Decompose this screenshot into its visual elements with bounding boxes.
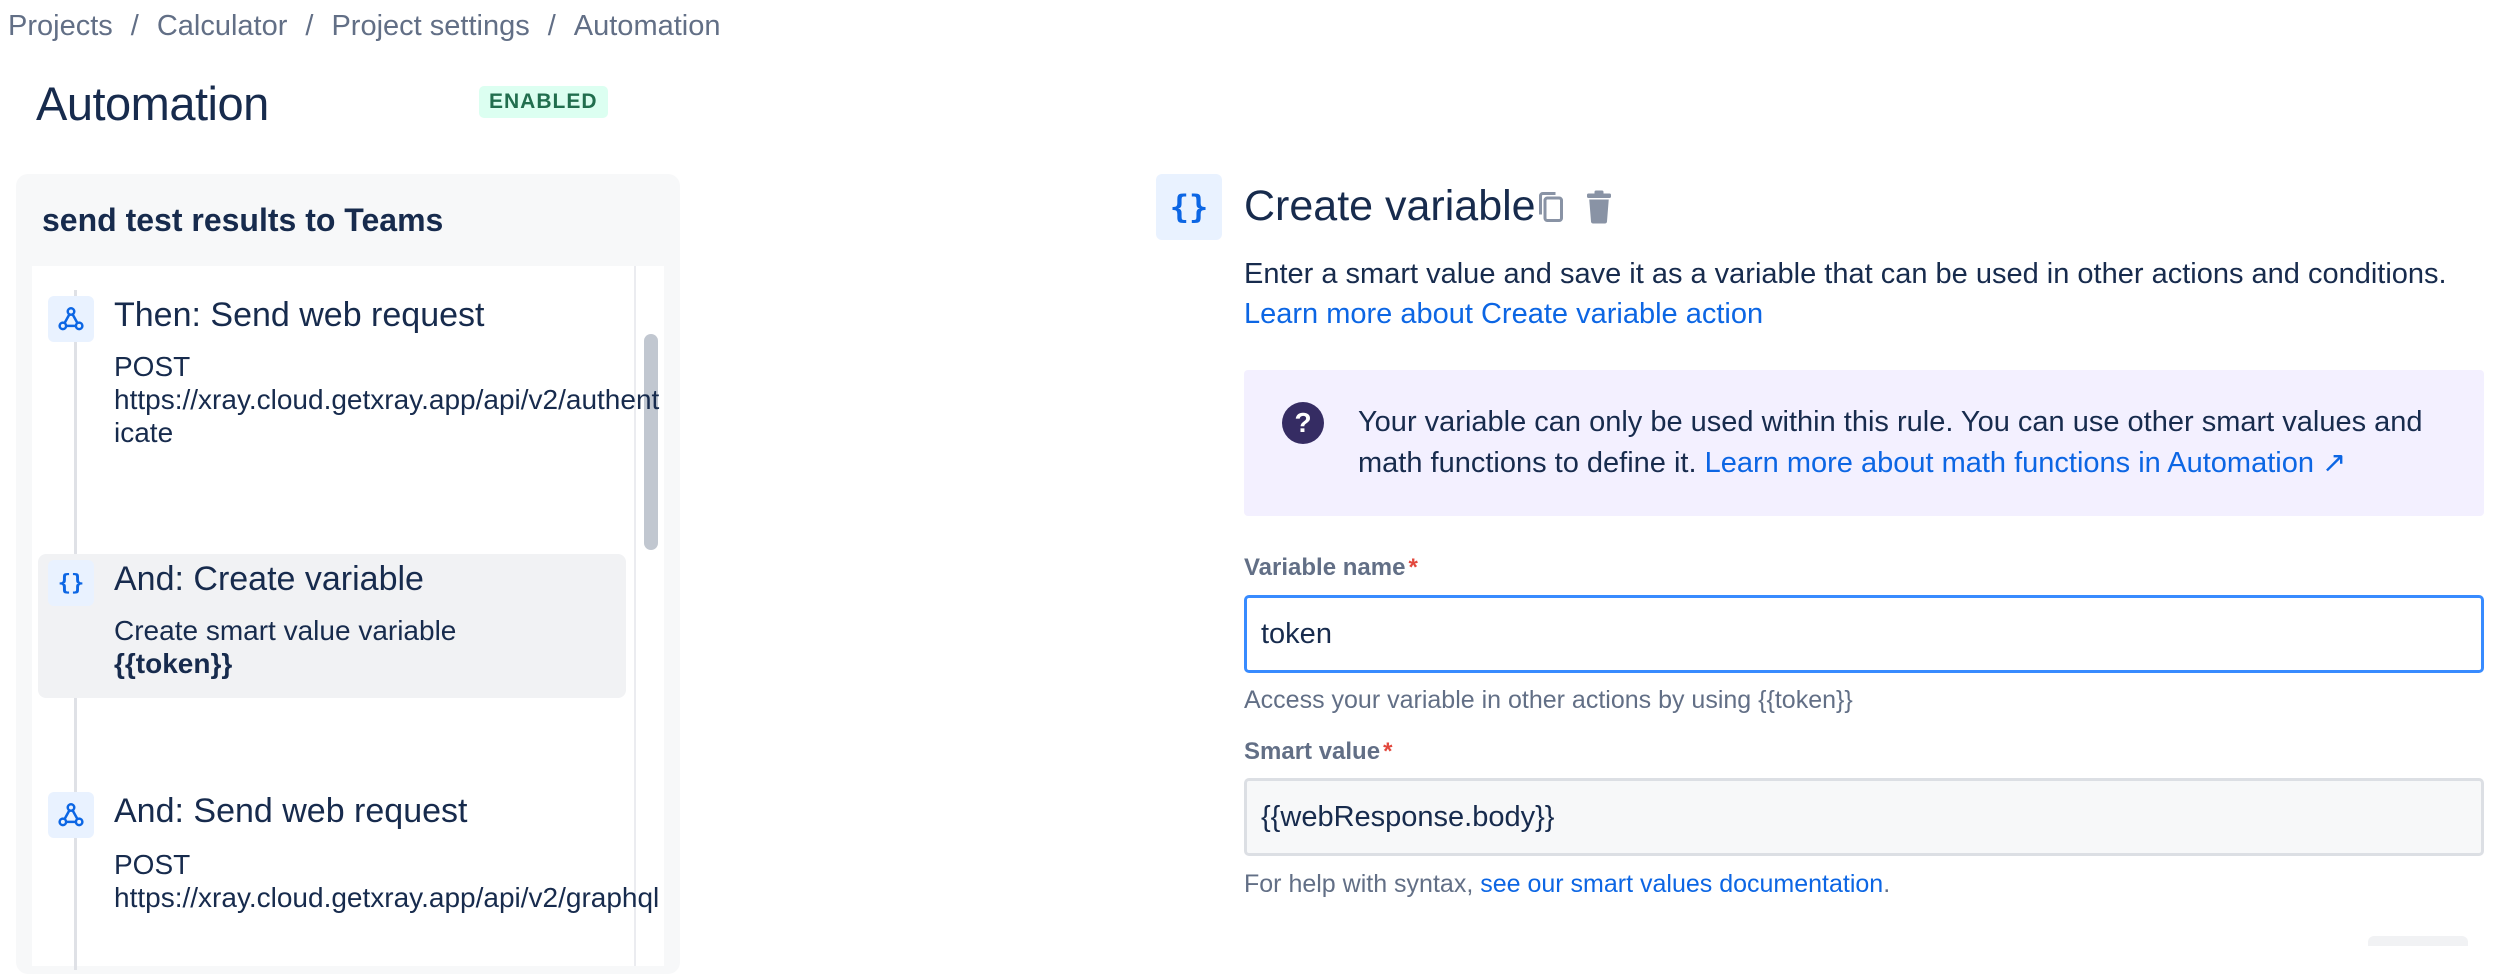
smart-value-label: Smart value * <box>1244 738 1392 766</box>
breadcrumb-separator: / <box>547 10 556 42</box>
step-title[interactable]: And: Create variable <box>114 560 424 599</box>
learn-more-create-variable-link[interactable]: Learn more about Create variable action <box>1244 298 1763 331</box>
trash-icon[interactable] <box>1580 186 1618 228</box>
step-send-web-request-2[interactable] <box>48 792 94 838</box>
step-description: POST https://xray.cloud.getxray.app/api/… <box>114 848 664 914</box>
step-url: https://xray.cloud.getxray.app/api/v2/gr… <box>114 882 660 913</box>
step-variable-token: {{token}} <box>114 648 233 679</box>
breadcrumb-separator: / <box>130 10 139 42</box>
info-text: Your variable can only be used within th… <box>1358 402 2458 484</box>
status-badge: ENABLED <box>479 86 608 118</box>
step-url: https://xray.cloud.getxray.app/api/v2/au… <box>114 384 660 448</box>
step-method: POST <box>114 351 191 382</box>
webhook-icon <box>48 792 94 838</box>
breadcrumb-projects[interactable]: Projects <box>8 10 113 43</box>
bottom-action-button[interactable] <box>2368 936 2468 946</box>
rule-name: send test results to Teams <box>42 202 444 238</box>
copy-icon[interactable] <box>1532 186 1570 228</box>
step-title[interactable]: Then: Send web request <box>114 296 484 335</box>
required-indicator: * <box>1408 554 1418 581</box>
step-create-variable-icon-wrap: {} <box>48 560 94 606</box>
learn-more-math-functions-link[interactable]: Learn more about math functions in Autom… <box>1705 447 2347 479</box>
variable-name-label: Variable name * <box>1244 554 1418 582</box>
smart-value-help: For help with syntax, see our smart valu… <box>1244 870 1890 899</box>
breadcrumb-separator: / <box>305 10 314 42</box>
breadcrumb-calculator[interactable]: Calculator <box>157 10 288 43</box>
question-icon: ? <box>1282 402 1324 444</box>
step-description: Create smart value variable {{token}} <box>114 614 664 680</box>
step-summary: Create smart value variable <box>114 615 457 646</box>
variable-name-input[interactable]: token <box>1244 595 2484 673</box>
variable-name-help: Access your variable in other actions by… <box>1244 686 1853 714</box>
step-send-web-request-1[interactable] <box>48 296 94 342</box>
step-description: POST https://xray.cloud.getxray.app/api/… <box>114 350 664 449</box>
smart-value-help-suffix: . <box>1883 870 1891 898</box>
page-title: Automation <box>36 77 269 130</box>
smart-value-label-text: Smart value <box>1244 738 1381 765</box>
required-indicator: * <box>1383 738 1393 765</box>
config-description: Enter a smart value and save it as a var… <box>1244 258 2447 290</box>
breadcrumb-automation[interactable]: Automation <box>574 10 721 43</box>
config-title: Create variable <box>1244 182 1536 230</box>
curly-braces-icon: {} <box>48 560 94 606</box>
smart-value-help-prefix: For help with syntax, <box>1244 870 1481 898</box>
webhook-icon <box>48 296 94 342</box>
breadcrumb: Projects / Calculator / Project settings… <box>8 10 720 43</box>
breadcrumb-project-settings[interactable]: Project settings <box>331 10 529 43</box>
variable-name-label-text: Variable name <box>1244 554 1406 581</box>
step-title[interactable]: And: Send web request <box>114 792 467 831</box>
smart-values-documentation-link[interactable]: see our smart values documentation <box>1480 870 1883 898</box>
step-method: POST <box>114 849 191 880</box>
smart-value-input[interactable]: {{webResponse.body}} <box>1244 778 2484 856</box>
curly-braces-icon: {} <box>1156 174 1222 240</box>
